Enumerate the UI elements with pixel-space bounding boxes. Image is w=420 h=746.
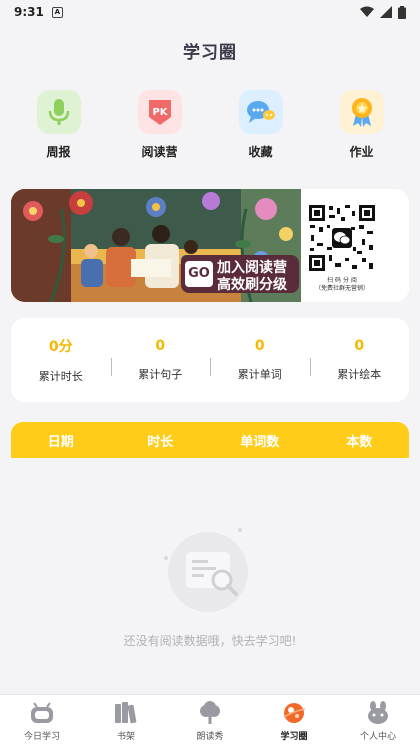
tab-label: 学习圈 <box>280 732 308 742</box>
bottom-tab-bar: 今日学习 书架 朗读秀 学习圈 个人中心 <box>0 694 420 746</box>
tab-label: 今日学习 <box>23 732 60 742</box>
tab-bookshelf[interactable]: 书架 <box>84 695 168 746</box>
stat-label: 累计单词 <box>237 368 282 381</box>
stat-label: 累计时长 <box>38 370 83 383</box>
banner-tag: GO 加入阅读营 高效刷分级 <box>181 255 299 293</box>
weekly-report-button[interactable]: 周报 <box>19 90 99 160</box>
stat-total-time: 0分 累计时长 <box>11 336 111 384</box>
favorites-button[interactable]: 收藏 <box>221 90 301 160</box>
quick-label-weekly: 周报 <box>46 145 71 159</box>
reading-table-header: 日期 时长 单词数 本数 <box>11 422 409 458</box>
robot-tv-icon <box>29 701 55 725</box>
stat-value: 0 <box>254 338 265 354</box>
homework-button[interactable]: 作业 <box>322 90 402 160</box>
tree-icon <box>197 701 223 725</box>
column-book-count: 本数 <box>346 434 373 450</box>
tab-today-study[interactable]: 今日学习 <box>0 695 84 746</box>
wifi-icon <box>360 6 374 17</box>
tab-reading-show[interactable]: 朗读秀 <box>168 695 252 746</box>
status-bar: 9:31 A <box>0 0 420 24</box>
tab-profile[interactable]: 个人中心 <box>336 695 420 746</box>
signal-icon <box>380 6 392 18</box>
notification-icon: A <box>51 6 63 18</box>
stat-value: 0 <box>354 338 365 354</box>
page-title: 学习圈 <box>183 43 237 63</box>
chat-bubbles-icon <box>238 90 283 134</box>
stat-total-words: 0 累计单词 <box>210 338 310 382</box>
books-icon <box>113 701 139 725</box>
stat-total-sentences: 0 累计句子 <box>110 338 211 382</box>
quick-label-favorites: 收藏 <box>248 145 273 159</box>
banner-line-2: 高效刷分级 <box>217 277 287 293</box>
stat-label: 累计句子 <box>138 368 183 381</box>
reading-camp-banner[interactable]: GO 加入阅读营 高效刷分级 扫 码 分 阅 （免费社群无营销） <box>11 189 409 302</box>
tab-study-circle[interactable]: 学习圈 <box>252 695 336 746</box>
quick-label-homework: 作业 <box>349 145 374 159</box>
reading-camp-button[interactable]: PK 阅读营 <box>120 90 200 160</box>
column-date: 日期 <box>47 434 74 450</box>
qr-caption-line-1: 扫 码 分 阅 <box>327 277 357 284</box>
quick-label-camp: 阅读营 <box>141 145 178 159</box>
svg-text:PK: PK <box>152 107 168 118</box>
stat-value: 0分 <box>48 339 73 355</box>
pk-shield-icon: PK <box>137 90 182 134</box>
column-word-count: 单词数 <box>240 434 280 450</box>
qr-caption-line-2: （免费社群无营销） <box>314 285 369 292</box>
tab-label: 书架 <box>116 732 135 742</box>
stat-label: 累计绘本 <box>337 368 382 381</box>
empty-document-icon <box>164 528 248 612</box>
tab-label: 个人中心 <box>359 732 396 742</box>
go-badge: GO <box>185 261 213 287</box>
stat-value: 0 <box>155 338 166 354</box>
qr-code <box>307 203 377 273</box>
planet-icon <box>281 701 307 725</box>
qr-caption: 扫 码 分 阅 （免费社群无营销） <box>301 277 383 293</box>
quick-actions: 周报 PK 阅读营 收藏 作业 <box>0 90 420 160</box>
stats-card: 0分 累计时长 0 累计句子 0 累计单词 0 累计绘本 <box>11 318 409 402</box>
bunny-icon <box>365 701 391 725</box>
medal-icon <box>339 90 384 134</box>
empty-message: 还没有阅读数据哦，快去学习吧! <box>123 634 297 648</box>
column-duration: 时长 <box>147 434 174 450</box>
stat-total-books: 0 累计绘本 <box>309 338 410 382</box>
microphone-icon <box>36 90 81 134</box>
status-icons <box>360 5 406 19</box>
status-time: 9:31 <box>14 5 44 19</box>
battery-icon <box>398 5 406 19</box>
tab-label: 朗读秀 <box>196 732 224 742</box>
